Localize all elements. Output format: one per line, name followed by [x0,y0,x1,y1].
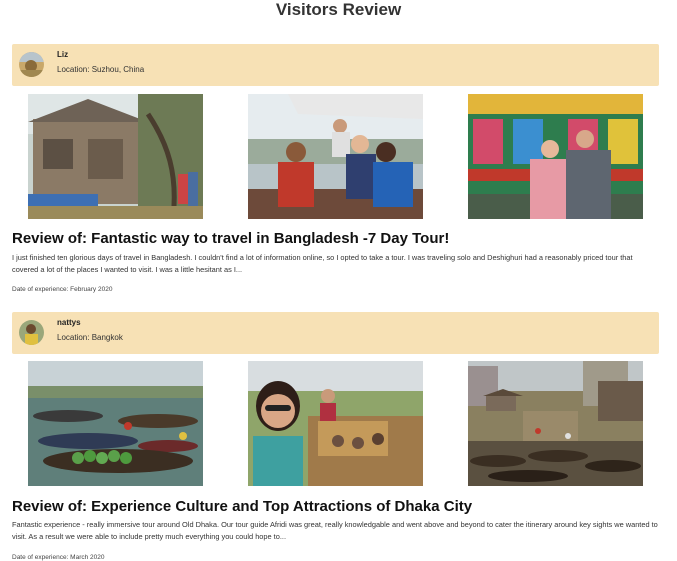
avatar[interactable] [19,52,44,77]
avatar[interactable] [19,320,44,345]
review-title[interactable]: Review of: Experience Culture and Top At… [12,498,472,515]
review-title[interactable]: Review of: Fantastic way to travel in Ba… [12,230,449,247]
reviewer-location: Location: Suzhou, China [57,65,145,74]
selfie-market-photo[interactable] [248,361,423,486]
review-text: Fantastic experience - really immersive … [12,520,658,541]
review-date: Date of experience: March 2020 [12,554,105,561]
reviewer-bar: Liz Location: Suzhou, China [12,44,659,86]
reviewer-location: Location: Bangkok [57,333,123,342]
page-title: Visitors Review [275,0,402,19]
review-text: I just finished ten glorious days of tra… [12,253,633,274]
rickshaw-couple-photo[interactable] [468,94,643,219]
boat-tourists-photo[interactable] [248,94,423,219]
floating-market-photo[interactable] [28,361,203,486]
river-boats-photo[interactable] [468,361,643,486]
reviewer-name: Liz [57,50,69,59]
reviewer-name: nattys [57,318,81,327]
reviewer-bar: nattys Location: Bangkok [12,312,659,354]
review-date: Date of experience: February 2020 [12,286,113,293]
wooden-house-photo[interactable] [28,94,203,219]
